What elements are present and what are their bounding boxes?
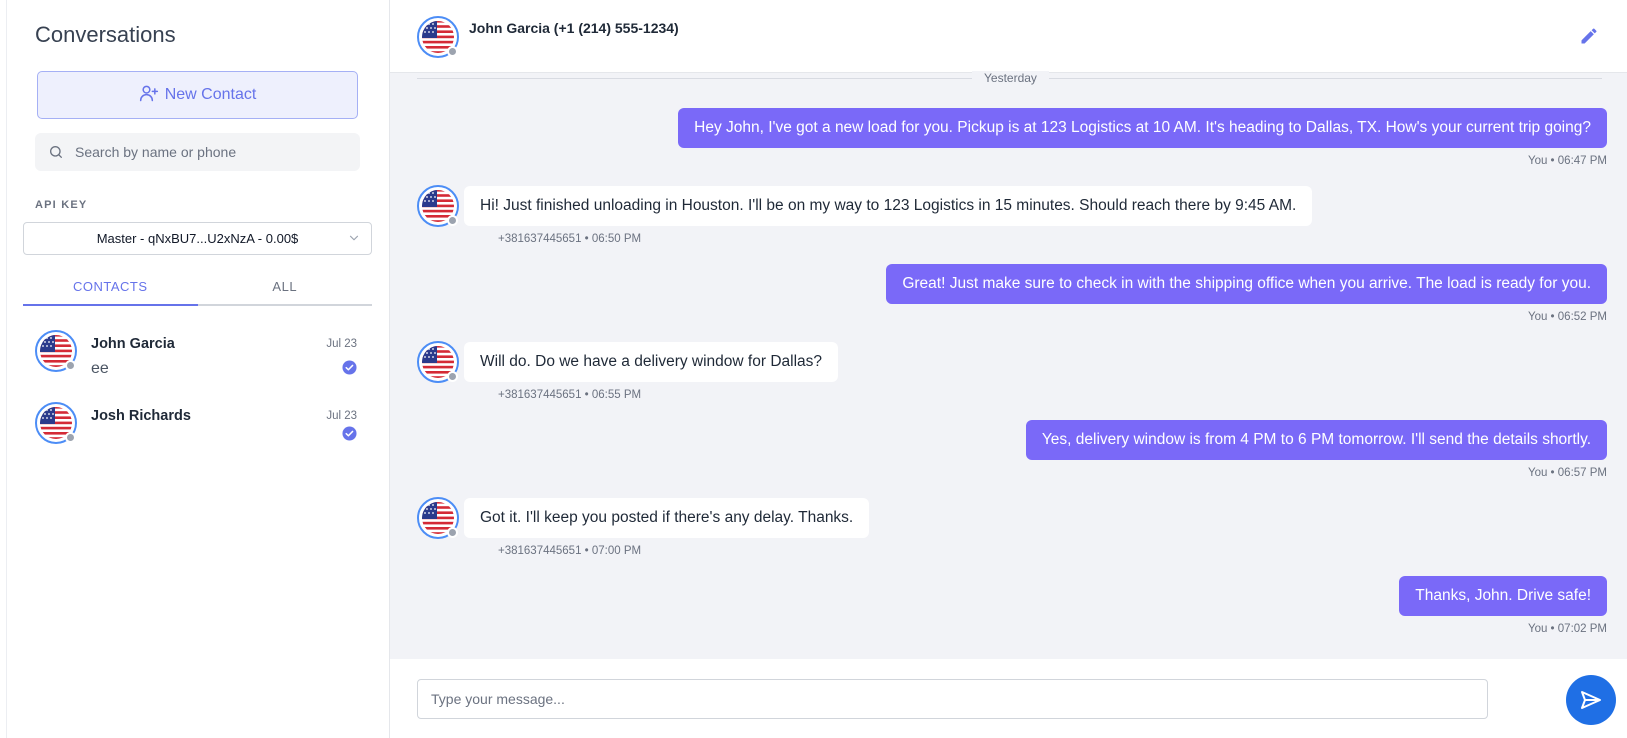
tab-all[interactable]: ALL [198, 274, 373, 304]
sender-avatar [417, 185, 459, 227]
incoming-message: Got it. I'll keep you posted if there's … [464, 498, 870, 538]
send-icon [1581, 691, 1601, 709]
incoming-message: Hi! Just finished unloading in Houston. … [464, 186, 1313, 226]
status-dot [447, 371, 458, 382]
outgoing-message: Yes, delivery window is from 4 PM to 6 P… [1025, 420, 1607, 460]
message-meta: +381637445651 • 06:50 PM [498, 233, 642, 245]
status-dot [447, 215, 458, 226]
status-dot [65, 360, 76, 371]
contact-date: Jul 23 [326, 410, 357, 422]
contact-item-josh-richards[interactable]: Josh Richards Jul 23 [23, 402, 372, 462]
status-dot [65, 432, 76, 443]
edit-pencil-icon[interactable] [1579, 26, 1599, 51]
new-contact-button[interactable]: New Contact [37, 71, 358, 119]
send-button[interactable] [1566, 675, 1616, 725]
contact-avatar [417, 16, 459, 58]
search-input[interactable] [75, 144, 335, 160]
contact-date: Jul 23 [326, 338, 357, 350]
avatar [35, 330, 77, 372]
message-meta: You • 07:02 PM [1527, 623, 1607, 635]
message-meta: You • 06:57 PM [1527, 467, 1607, 479]
message-meta: +381637445651 • 07:00 PM [498, 545, 642, 557]
outgoing-message: Great! Just make sure to check in with t… [886, 264, 1607, 304]
day-divider-label: Yesterday [972, 71, 1049, 85]
sidebar-edge [6, 0, 7, 738]
contact-tabs: CONTACTS ALL [23, 274, 372, 306]
chat-title: John Garcia (+1 (214) 555-1234) [469, 20, 679, 36]
chevron-down-icon [347, 231, 361, 248]
api-key-select[interactable]: Master - qNxBU7...U2xNzA - 0.00$ [23, 222, 372, 255]
search-icon [47, 143, 65, 161]
message-input[interactable] [417, 679, 1488, 719]
sender-avatar [417, 497, 459, 539]
contact-name: John Garcia [91, 336, 175, 352]
status-dot [447, 46, 458, 57]
check-circle-icon [342, 360, 357, 380]
sender-avatar [417, 341, 459, 383]
api-key-label: API KEY [35, 199, 88, 211]
new-contact-label: New Contact [164, 86, 257, 103]
api-key-selected-value: Master - qNxBU7...U2xNzA - 0.00$ [96, 231, 299, 246]
sidebar-title: Conversations [35, 22, 176, 47]
contact-item-john-garcia[interactable]: John Garcia ee Jul 23 [23, 330, 372, 390]
chat-panel: John Garcia (+1 (214) 555-1234) Yesterda… [390, 0, 1627, 738]
sidebar: Conversations New Contact API KEY [0, 0, 390, 738]
message-meta: You • 06:47 PM [1527, 155, 1607, 167]
contact-name: Josh Richards [91, 408, 191, 424]
tab-contacts[interactable]: CONTACTS [23, 274, 198, 306]
message-meta: You • 06:52 PM [1527, 311, 1607, 323]
status-dot [447, 527, 458, 538]
contact-preview: ee [91, 360, 109, 377]
check-circle-icon [342, 426, 357, 446]
avatar [35, 402, 77, 444]
incoming-message: Will do. Do we have a delivery window fo… [464, 342, 839, 382]
app: Conversations New Contact API KEY [0, 0, 1627, 738]
message-composer [390, 659, 1627, 738]
message-meta: +381637445651 • 06:55 PM [498, 389, 642, 401]
search-box [35, 133, 360, 171]
chat-header: John Garcia (+1 (214) 555-1234) [390, 0, 1627, 73]
outgoing-message: Hey John, I've got a new load for you. P… [678, 108, 1607, 148]
outgoing-message: Thanks, John. Drive safe! [1399, 576, 1607, 616]
add-user-icon [139, 83, 159, 108]
